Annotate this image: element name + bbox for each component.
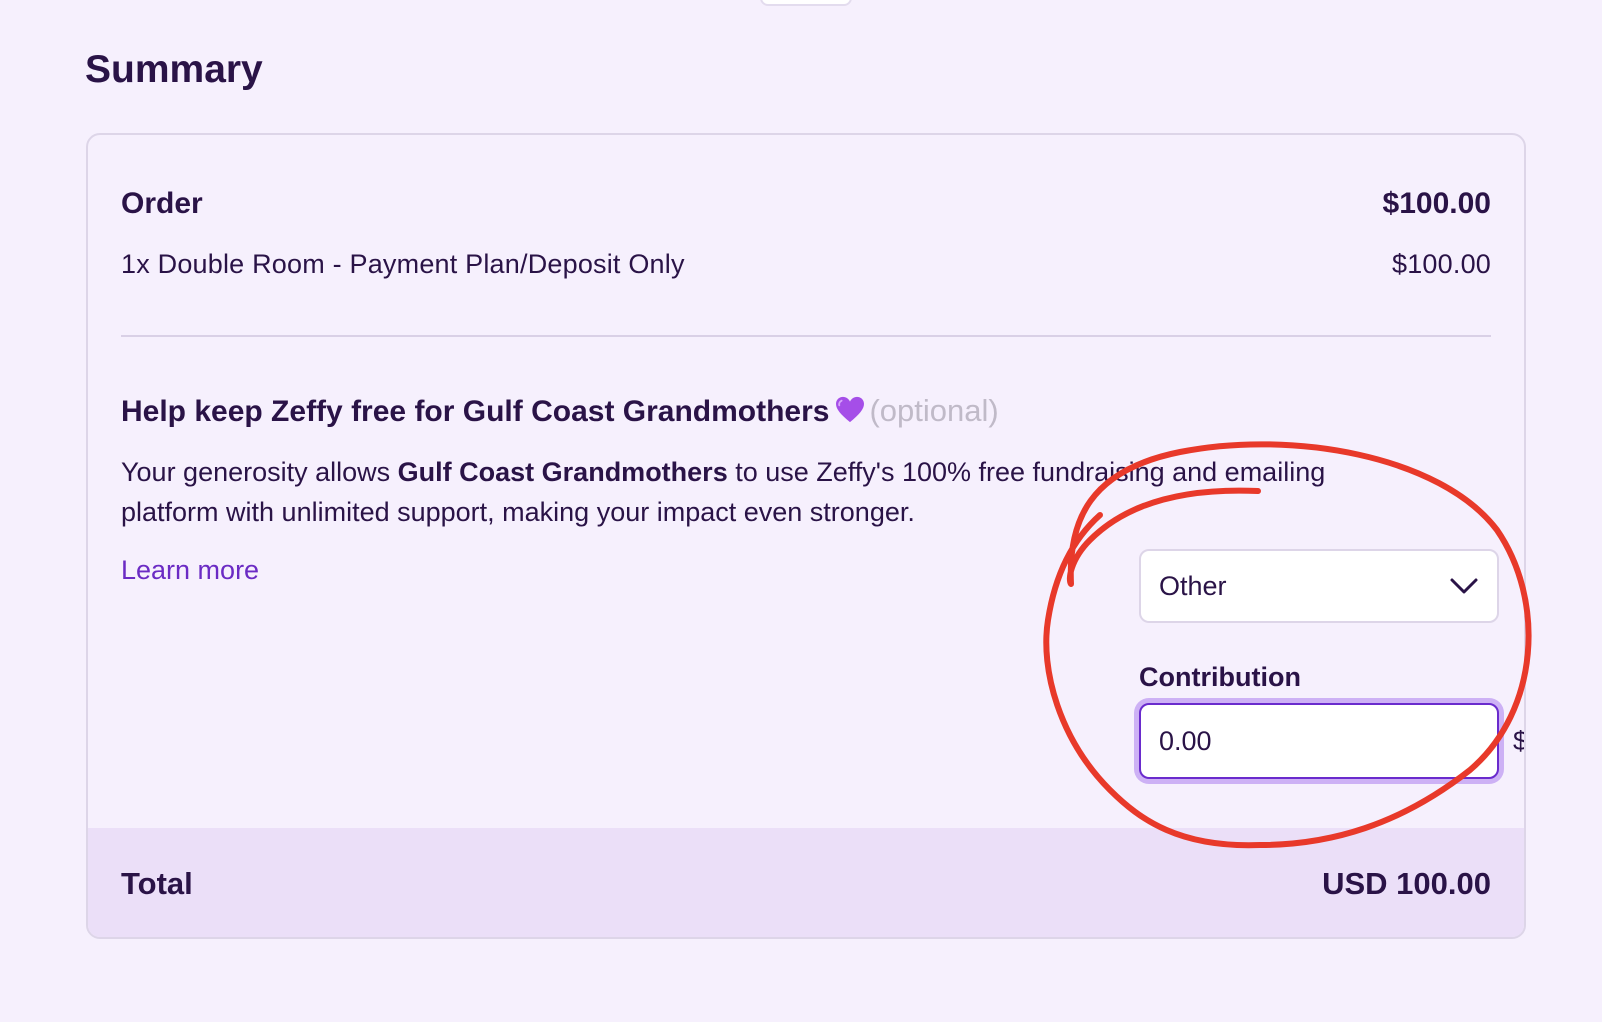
order-item-description: 1x Double Room - Payment Plan/Deposit On… — [121, 249, 685, 279]
contribution-field[interactable]: $ — [1139, 703, 1524, 779]
organization-name: Gulf Coast Grandmothers — [397, 457, 728, 487]
chevron-down-icon — [1450, 578, 1478, 594]
tip-title-text: Help keep Zeffy free for Gulf Coast Gran… — [121, 395, 830, 428]
page-title: Summary — [85, 48, 263, 91]
currency-symbol: $ — [1513, 726, 1524, 757]
summary-card: Order $100.00 1x Double Room - Payment P… — [86, 133, 1526, 939]
total-amount: USD 100.00 — [1322, 866, 1491, 901]
contribution-input[interactable] — [1159, 725, 1513, 757]
purple-heart-icon — [836, 396, 865, 423]
total-label: Total — [121, 866, 193, 901]
total-row: Total USD 100.00 — [121, 866, 1491, 902]
tip-description-prefix: Your generosity allows — [121, 457, 398, 487]
order-line-item: 1x Double Room - Payment Plan/Deposit On… — [121, 249, 1491, 280]
divider — [121, 335, 1491, 337]
contribution-label: Contribution — [1139, 662, 1301, 692]
total-bar: Total USD 100.00 — [88, 828, 1524, 937]
learn-more-link[interactable]: Learn more — [121, 555, 259, 586]
order-label: Order — [121, 187, 203, 220]
tip-section-title: Help keep Zeffy free for Gulf Coast Gran… — [121, 393, 999, 429]
order-item-price: $100.00 — [1392, 249, 1491, 279]
tip-description: Your generosity allows Gulf Coast Grandm… — [121, 452, 1401, 532]
top-tab-handle[interactable] — [760, 0, 852, 6]
tip-select-value: Other — [1159, 570, 1227, 601]
order-header-row: Order $100.00 — [121, 187, 1491, 221]
optional-label: (optional) — [869, 393, 999, 428]
order-total: $100.00 — [1382, 187, 1491, 220]
tip-amount-select[interactable]: Other — [1139, 549, 1499, 623]
